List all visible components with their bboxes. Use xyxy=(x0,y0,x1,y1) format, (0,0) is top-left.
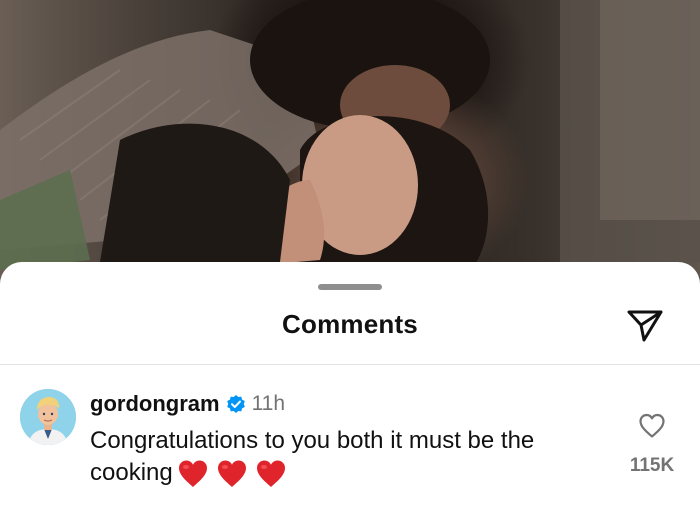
comment-body: Congratulations to you both it must be t… xyxy=(90,425,590,490)
comment-text: Congratulations to you both it must be t… xyxy=(90,427,535,486)
avatar[interactable] xyxy=(20,389,76,445)
verified-badge-icon xyxy=(226,394,246,414)
heart-emojis xyxy=(177,458,294,490)
comment-timestamp: 11h xyxy=(251,392,286,415)
screen: Comments gordongram 11h Congratulations … xyxy=(0,0,700,512)
sheet-title: Comments xyxy=(282,309,418,339)
red-heart-emoji xyxy=(255,459,287,489)
heart-outline-icon[interactable] xyxy=(638,413,666,439)
red-heart-emoji xyxy=(216,459,248,489)
comment-meta: gordongram 11h xyxy=(90,391,285,417)
post-photo xyxy=(0,0,700,300)
sheet-drag-handle[interactable] xyxy=(318,284,382,290)
paper-plane-icon[interactable] xyxy=(626,308,664,344)
like-count: 115K xyxy=(629,455,675,476)
comments-sheet: Comments gordongram 11h Congratulations … xyxy=(0,262,700,512)
comment-username[interactable]: gordongram xyxy=(90,391,220,417)
red-heart-emoji xyxy=(177,459,209,489)
comment-item: gordongram 11h Congratulations to you bo… xyxy=(0,365,700,512)
